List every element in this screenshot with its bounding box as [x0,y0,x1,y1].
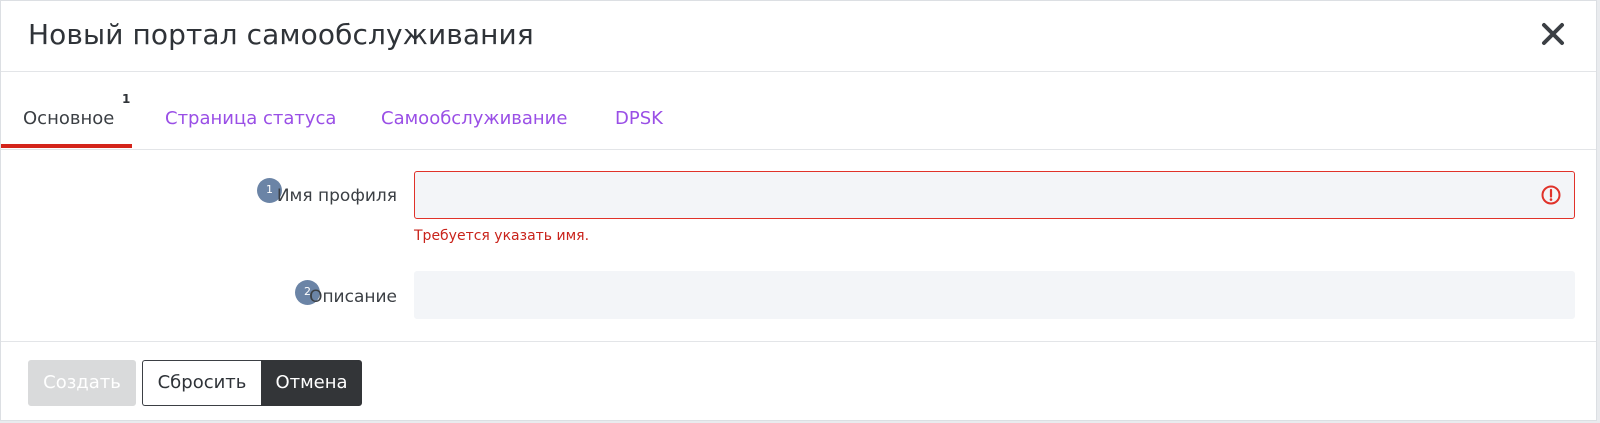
tab-general[interactable]: Основное [23,108,114,129]
tab-dpsk[interactable]: DPSK [615,108,663,129]
profile-name-error: Требуется указать имя. [414,228,590,244]
alert-circle-icon [1540,184,1562,206]
tab-status-page[interactable]: Страница статуса [165,108,336,129]
dialog-title: Новый портал самообслуживания [28,18,534,51]
dialog-footer: Создать Сбросить Отмена [1,341,1596,422]
description-label: Описание [309,287,397,307]
dialog-header: Новый портал самообслуживания [1,1,1596,72]
description-input[interactable] [414,271,1575,319]
tab-self-service[interactable]: Самообслуживание [381,108,567,129]
close-icon[interactable] [1538,19,1568,49]
new-portal-dialog: Новый портал самообслуживания Основное 1… [0,0,1597,421]
cancel-button[interactable]: Отмена [261,360,362,406]
profile-name-label: Имя профиля [276,186,397,206]
profile-name-input[interactable] [414,171,1575,219]
tab-bar: Основное 1 Страница статуса Самообслужив… [1,72,1596,150]
reset-button[interactable]: Сбросить [142,360,261,406]
create-button[interactable]: Создать [28,360,136,406]
tab-general-badge: 1 [122,92,131,106]
active-tab-indicator [1,144,132,148]
